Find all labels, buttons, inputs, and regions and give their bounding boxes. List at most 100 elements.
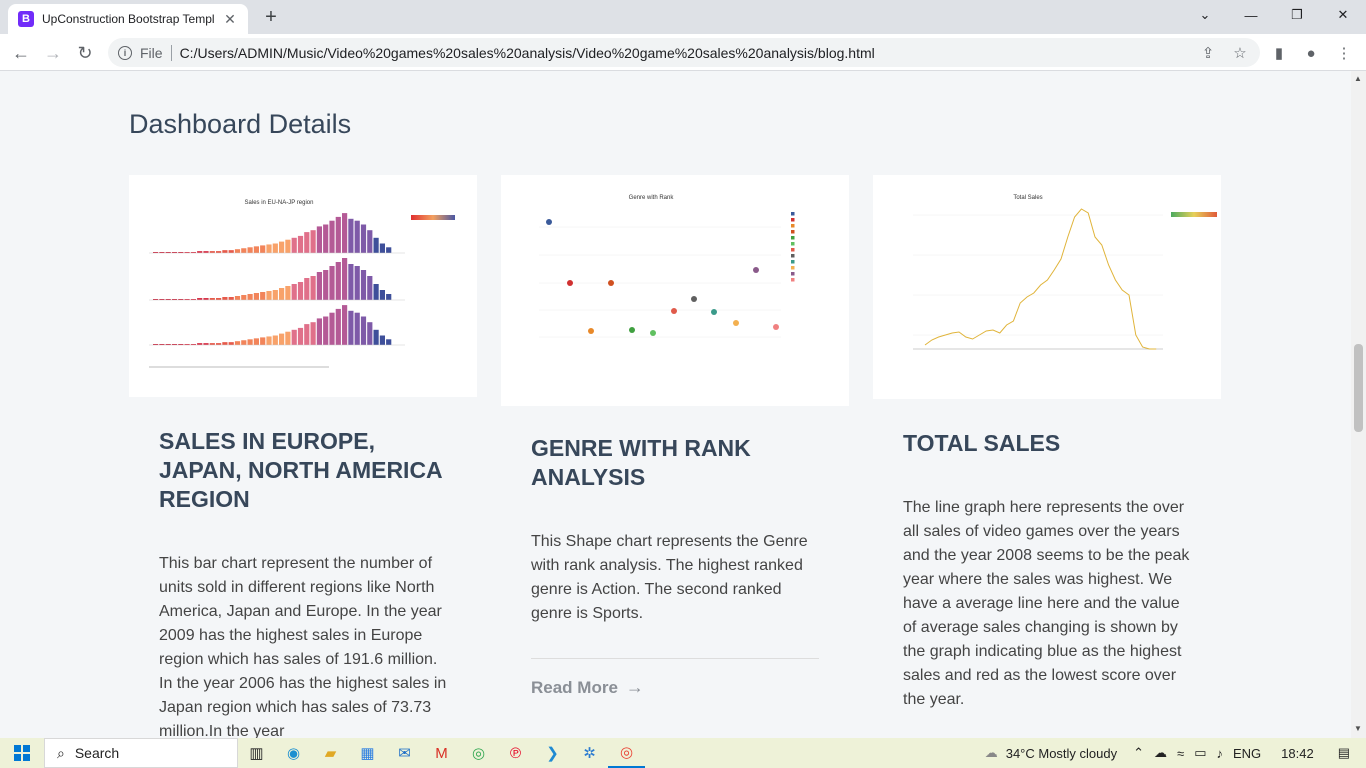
- chart-bar: [329, 266, 335, 300]
- chart-bar: [342, 305, 348, 345]
- onedrive-icon[interactable]: ☁: [1154, 745, 1167, 761]
- chart-bar: [285, 286, 291, 300]
- chart-bar: [323, 316, 329, 345]
- close-tab-icon[interactable]: ✕: [222, 11, 238, 28]
- chart-bar: [266, 291, 272, 300]
- card-title-regions[interactable]: SALES IN EUROPE, JAPAN, NORTH AMERICA RE…: [159, 427, 447, 514]
- notifications-icon[interactable]: ▤: [1338, 745, 1350, 761]
- chart-bar: [360, 224, 367, 253]
- taskbar-search-box[interactable]: ⌕ Search: [44, 738, 238, 768]
- chart-bar: [253, 338, 259, 345]
- chart-bar: [297, 327, 304, 345]
- chart-bar: [329, 220, 335, 253]
- info-icon[interactable]: i: [118, 45, 132, 60]
- side-panel-icon[interactable]: ▮: [1266, 40, 1292, 66]
- weather-status[interactable]: 34°C Mostly cloudy: [1006, 746, 1117, 761]
- chart-title: Genre with Rank: [629, 195, 675, 201]
- chart-bar: [216, 251, 222, 253]
- menu-kebab-icon[interactable]: ⋮: [1331, 40, 1357, 66]
- scatter-point: [588, 328, 594, 334]
- task-view-icon[interactable]: ▥: [238, 738, 275, 768]
- card-text-regions: This bar chart represent the number of u…: [159, 555, 447, 738]
- chart-bar: [291, 329, 297, 345]
- card-image-regions[interactable]: Sales in EU-NA-JP region: [129, 175, 477, 397]
- chart-bar: [310, 230, 316, 253]
- read-more-link[interactable]: Read More →: [531, 677, 819, 698]
- legend-swatch: [791, 230, 795, 234]
- share-icon[interactable]: ⇪: [1195, 40, 1221, 66]
- chart-bar: [386, 247, 392, 253]
- card-divider: [531, 658, 819, 659]
- chart-legend-gradient: [411, 215, 455, 220]
- chart-bar: [316, 272, 322, 300]
- card-image-genre[interactable]: Genre with Rank: [501, 175, 849, 406]
- chrome-active-icon[interactable]: ◎: [608, 738, 645, 768]
- taskbar-search-label: Search: [74, 745, 120, 761]
- clock[interactable]: 18:42: [1281, 746, 1314, 761]
- volume-icon[interactable]: ♪: [1216, 746, 1223, 761]
- scrollbar-thumb[interactable]: [1354, 344, 1363, 432]
- chart-bar: [285, 239, 291, 253]
- restore-button[interactable]: ❐: [1274, 0, 1320, 30]
- language-indicator[interactable]: ENG: [1233, 746, 1261, 761]
- chart-bar: [216, 343, 222, 345]
- address-bar[interactable]: i File C:/Users/ADMIN/Music/Video%20game…: [108, 38, 1260, 67]
- back-arrow-icon[interactable]: ←: [8, 40, 34, 66]
- chart-bar: [260, 292, 266, 300]
- edge-browser-icon[interactable]: ◉: [275, 738, 312, 768]
- card-title-genre[interactable]: GENRE WITH RANK ANALYSIS: [531, 434, 819, 492]
- tab-title: UpConstruction Bootstrap Templ: [42, 12, 215, 26]
- battery-icon[interactable]: ▭: [1194, 745, 1206, 761]
- chart-bar: [247, 339, 253, 345]
- chrome-icon[interactable]: ◎: [460, 738, 497, 768]
- chart-bar: [203, 298, 209, 300]
- weather-cloud-icon[interactable]: ☁: [985, 745, 998, 761]
- gmail-icon[interactable]: M: [423, 738, 460, 768]
- chart-legend-gradient: [1171, 212, 1217, 217]
- reload-icon[interactable]: ↻: [72, 40, 98, 66]
- close-window-button[interactable]: ✕: [1320, 0, 1366, 30]
- bookmark-star-icon[interactable]: ☆: [1227, 40, 1253, 66]
- scatter-point: [608, 280, 614, 286]
- chart-bar: [247, 294, 253, 300]
- windows-start-icon[interactable]: [0, 745, 44, 761]
- file-explorer-icon[interactable]: ▰: [312, 738, 349, 768]
- total-sales-line-chart-thumbnail: Total Sales: [913, 195, 1217, 350]
- chevron-up-icon[interactable]: ⌃: [1133, 745, 1144, 761]
- legend-swatch: [791, 278, 795, 282]
- genre-legend: [791, 212, 795, 282]
- scroll-down-arrow-icon[interactable]: ▼: [1354, 724, 1362, 733]
- chart-bar: [222, 250, 228, 253]
- network-app-icon[interactable]: ✲: [571, 738, 608, 768]
- tab-search-chevron-icon[interactable]: ⌄: [1182, 0, 1228, 30]
- profile-avatar-icon[interactable]: ●: [1298, 40, 1324, 66]
- bar-chart-marks: [153, 213, 392, 345]
- browser-tab[interactable]: B UpConstruction Bootstrap Templ ✕: [8, 4, 248, 34]
- microsoft-store-icon[interactable]: ▦: [349, 738, 386, 768]
- chart-bar: [367, 230, 373, 253]
- pinterest-icon[interactable]: ℗: [497, 738, 534, 768]
- chart-bar: [197, 343, 203, 345]
- scatter-point: [733, 320, 739, 326]
- chart-bar: [234, 296, 241, 300]
- scroll-up-arrow-icon[interactable]: ▲: [1354, 74, 1362, 83]
- chart-bar: [342, 258, 348, 300]
- page-scrollbar[interactable]: ▲ ▼: [1351, 71, 1366, 738]
- card-image-total-sales[interactable]: Total Sales: [873, 175, 1221, 399]
- wifi-icon[interactable]: ≈: [1177, 746, 1184, 761]
- total-sales-line: [924, 208, 1157, 350]
- minimize-button[interactable]: —: [1228, 0, 1274, 30]
- address-toolbar: ← → ↻ i File C:/Users/ADMIN/Music/Video%…: [0, 34, 1366, 71]
- chart-bar: [228, 297, 234, 300]
- page-heading: Dashboard Details: [129, 109, 352, 139]
- new-tab-button[interactable]: +: [260, 6, 282, 28]
- mail-icon[interactable]: ✉: [386, 738, 423, 768]
- vscode-icon[interactable]: ❯: [534, 738, 571, 768]
- chart-bar: [203, 343, 209, 345]
- chart-bar: [348, 218, 354, 253]
- card-title-total-sales[interactable]: TOTAL SALES: [903, 429, 1191, 458]
- chart-bar: [323, 224, 329, 253]
- forward-arrow-icon[interactable]: →: [40, 40, 66, 66]
- chart-bar: [367, 276, 373, 300]
- url-text[interactable]: C:/Users/ADMIN/Music/Video%20games%20sal…: [180, 45, 875, 61]
